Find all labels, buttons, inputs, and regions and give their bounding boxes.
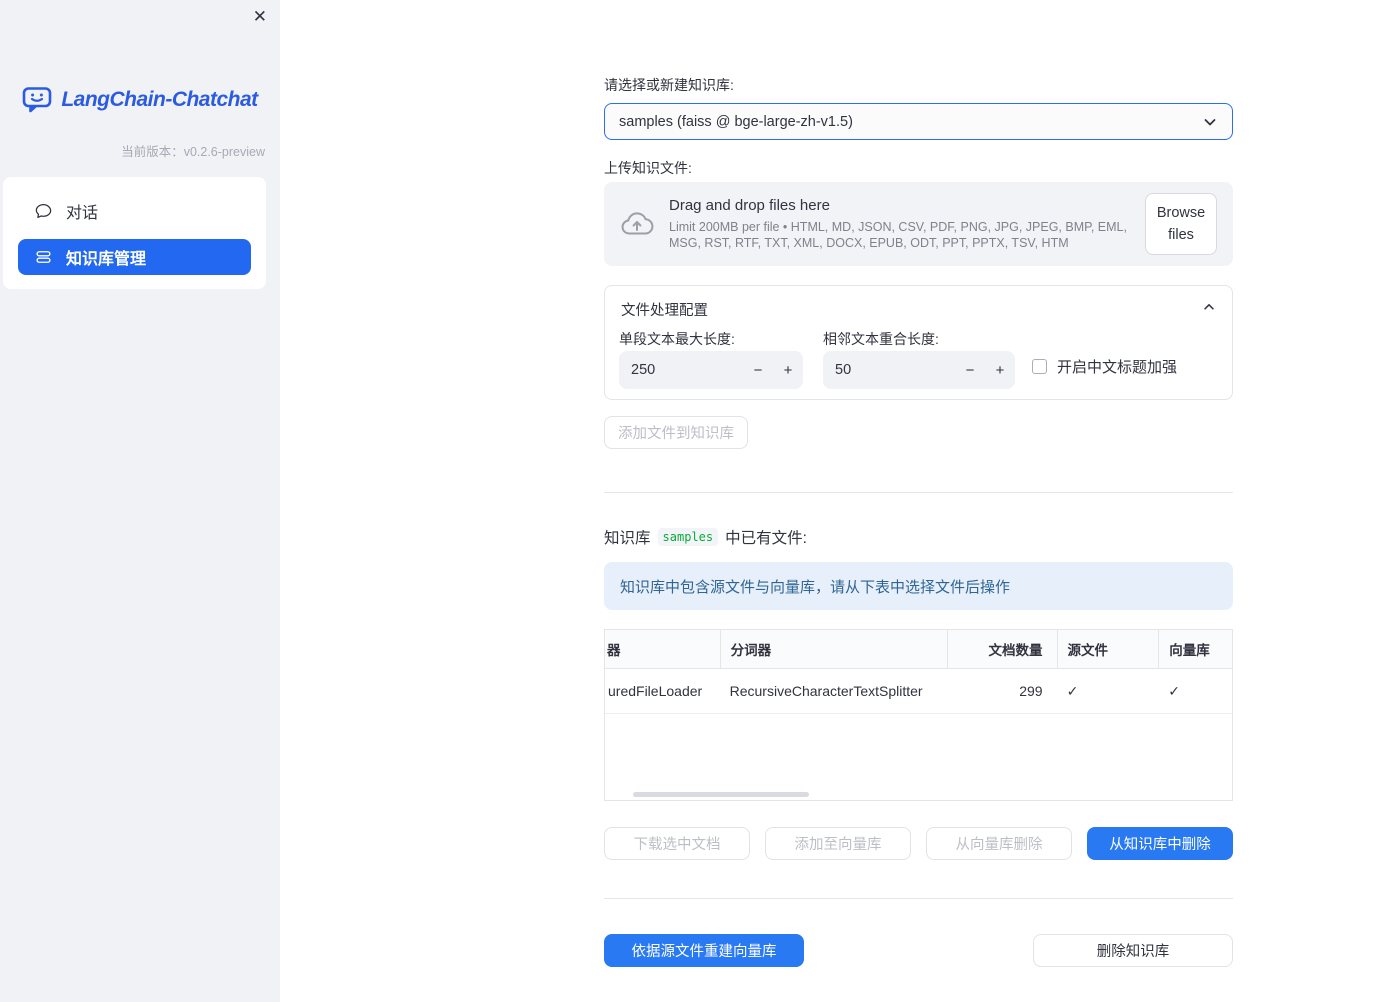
chunk-overlap-input: 50 − +: [823, 351, 1015, 389]
chevron-up-icon[interactable]: [1202, 300, 1216, 314]
kb-actions: 依据源文件重建向量库 删除知识库: [604, 934, 1233, 967]
minus-button[interactable]: −: [743, 362, 773, 379]
delete-from-vector-store-button[interactable]: 从向量库删除: [926, 827, 1072, 860]
zh-title-enhance-checkbox-row: 开启中文标题加强: [1032, 356, 1177, 377]
table-header-row: 器 分词器 文档数量 源文件 向量库: [605, 630, 1232, 669]
close-icon[interactable]: ✕: [253, 5, 267, 29]
cell-loader[interactable]: uredFileLoader: [605, 669, 720, 713]
sidebar-item-label: 对话: [66, 205, 99, 222]
divider: [604, 492, 1233, 493]
chevron-down-icon: [1202, 114, 1218, 130]
column-header-loader[interactable]: 器: [605, 630, 720, 668]
kb-name-code: samples: [657, 528, 719, 546]
heading-prefix: 知识库: [604, 530, 651, 547]
add-files-button[interactable]: 添加文件到知识库: [604, 416, 748, 449]
chunk-overlap-label: 相邻文本重合长度:: [823, 331, 939, 347]
kb-select-label: 请选择或新建知识库:: [604, 77, 734, 93]
kb-files-heading: 知识库 samples 中已有文件:: [604, 526, 1233, 548]
table-row[interactable]: uredFileLoader RecursiveCharacterTextSpl…: [605, 669, 1232, 714]
cloud-upload-icon: [620, 210, 654, 238]
cell-doc-count[interactable]: 299: [947, 669, 1057, 713]
chat-bubble-icon: [34, 202, 53, 220]
main-content: 请选择或新建知识库: samples (faiss @ bge-large-zh…: [604, 0, 1233, 967]
logo-text: LangChain-Chatchat: [61, 87, 258, 111]
kb-select-value: samples (faiss @ bge-large-zh-v1.5): [619, 113, 853, 130]
column-header-doc-count[interactable]: 文档数量: [946, 630, 1057, 668]
logo-chat-smiley-icon: [22, 86, 52, 113]
dropzone-title: Drag and drop files here: [669, 196, 830, 214]
file-dropzone[interactable]: Drag and drop files here Limit 200MB per…: [604, 182, 1233, 266]
file-config-expander: 文件处理配置 单段文本最大长度: 相邻文本重合长度: 250 − + 50 − …: [604, 285, 1233, 400]
chunk-overlap-value[interactable]: 50: [823, 362, 955, 378]
sidebar-item-knowledge-base[interactable]: 知识库管理: [18, 239, 251, 275]
minus-button[interactable]: −: [955, 362, 985, 379]
heading-suffix: 中已有文件:: [725, 530, 807, 547]
download-selected-button[interactable]: 下载选中文档: [604, 827, 750, 860]
file-actions: 下载选中文档 添加至向量库 从向量库删除 从知识库中删除: [604, 827, 1233, 860]
cell-vector-store-check[interactable]: ✓: [1158, 669, 1232, 713]
browse-files-button[interactable]: Browse files: [1145, 192, 1217, 256]
cell-splitter[interactable]: RecursiveCharacterTextSplitter: [720, 669, 947, 713]
dropzone-instructions: Drag and drop files here Limit 200MB per…: [669, 197, 1129, 252]
column-header-source-file[interactable]: 源文件: [1056, 630, 1159, 668]
plus-button[interactable]: +: [773, 362, 803, 379]
rebuild-vector-store-button[interactable]: 依据源文件重建向量库: [604, 934, 804, 967]
stacked-bars-icon: [34, 248, 53, 266]
column-header-vector-store[interactable]: 向量库: [1158, 630, 1232, 668]
column-header-splitter[interactable]: 分词器: [719, 630, 947, 668]
sidebar-item-dialogue[interactable]: 对话: [18, 191, 251, 231]
checkbox-label[interactable]: 开启中文标题加强: [1057, 356, 1177, 377]
kb-select[interactable]: samples (faiss @ bge-large-zh-v1.5): [604, 103, 1233, 140]
chunk-size-value[interactable]: 250: [619, 362, 743, 378]
table-horizontal-scrollbar[interactable]: [633, 792, 809, 797]
files-table: 器 分词器 文档数量 源文件 向量库 uredFileLoader Recurs…: [604, 629, 1233, 801]
delete-from-kb-button[interactable]: 从知识库中删除: [1087, 827, 1233, 860]
info-banner: 知识库中包含源文件与向量库，请从下表中选择文件后操作: [604, 562, 1233, 610]
sidebar: ✕ LangChain-Chatchat 当前版本：v0.2.6-preview…: [0, 0, 280, 1002]
divider: [604, 898, 1233, 899]
delete-kb-button[interactable]: 删除知识库: [1033, 934, 1233, 967]
add-to-vector-store-button[interactable]: 添加至向量库: [765, 827, 911, 860]
plus-button[interactable]: +: [985, 362, 1015, 379]
chunk-size-label: 单段文本最大长度:: [619, 331, 735, 347]
sidebar-menu: 对话 知识库管理: [3, 177, 266, 289]
version-text: 当前版本：v0.2.6-preview: [121, 145, 265, 159]
app-logo: LangChain-Chatchat: [0, 86, 280, 113]
upload-label: 上传知识文件:: [604, 160, 692, 176]
chunk-size-input: 250 − +: [619, 351, 803, 389]
sidebar-item-label: 知识库管理: [66, 251, 147, 268]
cell-source-file-check[interactable]: ✓: [1057, 669, 1159, 713]
checkbox[interactable]: [1032, 359, 1047, 374]
expander-title[interactable]: 文件处理配置: [621, 299, 708, 320]
dropzone-limit-text: Limit 200MB per file • HTML, MD, JSON, C…: [669, 219, 1127, 250]
